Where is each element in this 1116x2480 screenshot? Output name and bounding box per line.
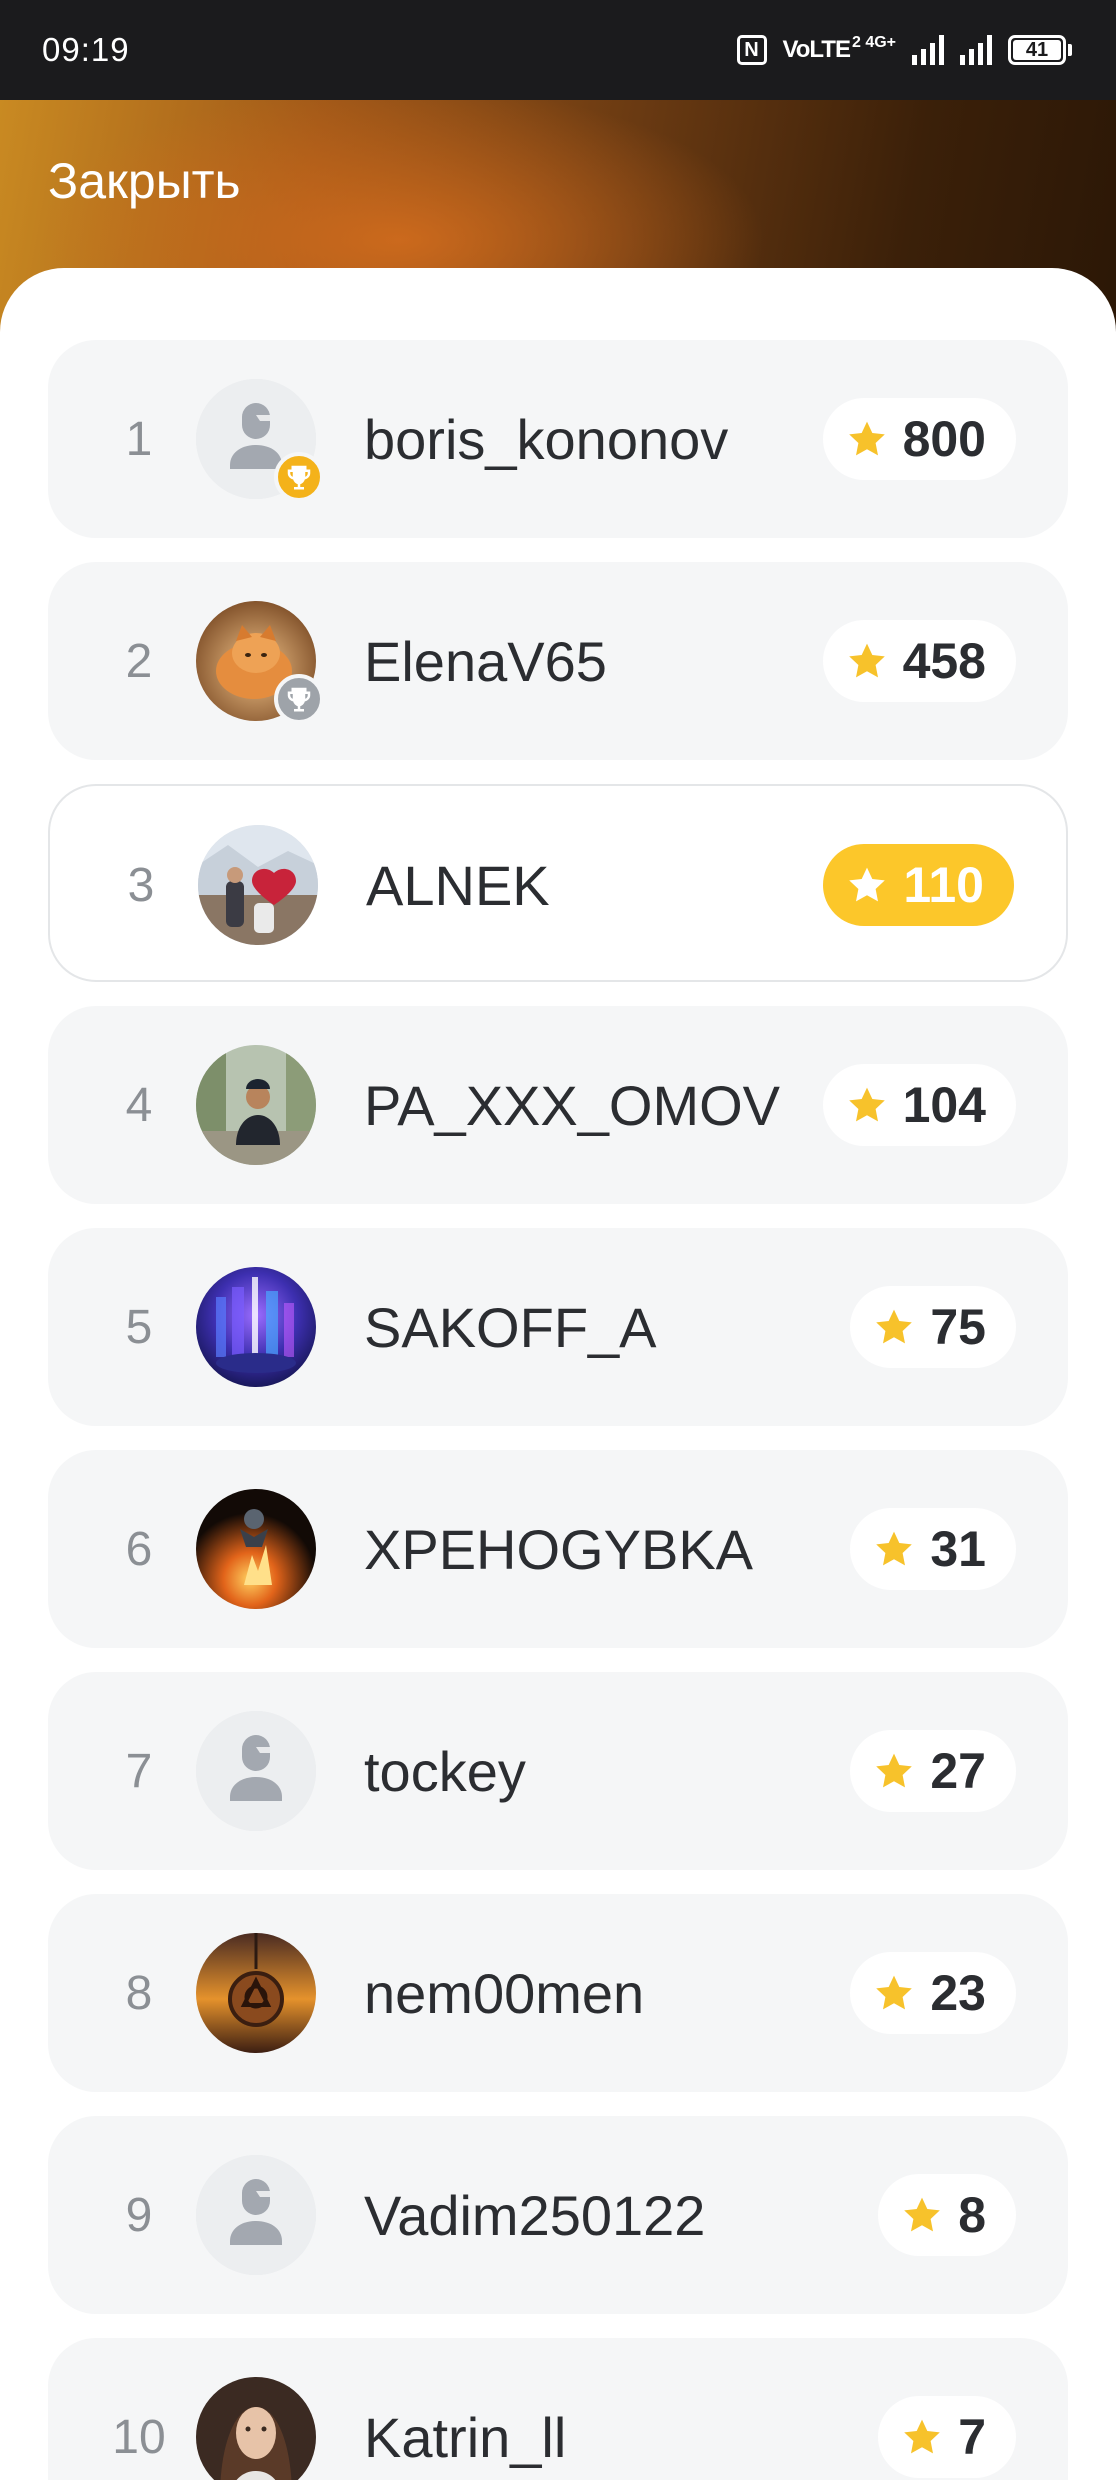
signal-icon	[960, 35, 992, 65]
status-bar: 09:19 N VoLTE 2 4G+ 41	[0, 0, 1116, 100]
score-badge: 104	[822, 1064, 1016, 1146]
score-value: 800	[902, 411, 986, 467]
score-badge: 458	[822, 620, 1016, 702]
star-icon	[845, 639, 889, 683]
leaderboard-row[interactable]: 9 Vadim250122 8	[48, 2116, 1068, 2314]
username[interactable]: ElenaV65	[364, 562, 607, 760]
score-badge: 75	[850, 1286, 1016, 1368]
score-badge: 27	[850, 1730, 1016, 1812]
battery-level: 41	[1013, 39, 1061, 61]
score-value: 27	[930, 1743, 986, 1799]
username[interactable]: nem00men	[364, 1894, 644, 2092]
battery-icon: 41	[1008, 35, 1072, 65]
username[interactable]: SAKOFF_A	[364, 1228, 657, 1426]
score-value: 8	[958, 2187, 986, 2243]
leaderboard-row[interactable]: 4 PA_XXX_OMOV 104	[48, 1006, 1068, 1204]
leaderboard-row[interactable]: 6 XPEHOGYBKA 31	[48, 1450, 1068, 1648]
score-badge: 31	[850, 1508, 1016, 1590]
volte-label: VoLTE	[782, 36, 851, 63]
star-icon	[872, 1527, 916, 1571]
signal-icon	[912, 35, 944, 65]
avatar[interactable]	[196, 1045, 316, 1165]
star-icon	[900, 2415, 944, 2459]
avatar[interactable]	[196, 1933, 316, 2053]
score-value: 104	[902, 1077, 986, 1133]
score-badge: 7	[878, 2396, 1016, 2478]
star-icon	[845, 1083, 889, 1127]
network-type-label: 2 4G+	[851, 34, 896, 51]
score-badge: 8	[878, 2174, 1016, 2256]
star-icon	[900, 2193, 944, 2237]
star-icon	[872, 1971, 916, 2015]
leaderboard-row[interactable]: 7 tockey 27	[48, 1672, 1068, 1870]
avatar[interactable]	[196, 2377, 316, 2480]
close-button[interactable]: Закрыть	[48, 152, 241, 210]
score-value: 31	[930, 1521, 986, 1577]
star-icon	[872, 1749, 916, 1793]
star-icon	[872, 1305, 916, 1349]
score-value: 75	[930, 1299, 986, 1355]
score-value: 23	[930, 1965, 986, 2021]
username[interactable]: ALNEK	[366, 786, 550, 984]
score-value: 458	[902, 633, 986, 689]
leaderboard-row[interactable]: 8 nem00men 23	[48, 1894, 1068, 2092]
nfc-icon: N	[736, 35, 767, 65]
username[interactable]: PA_XXX_OMOV	[364, 1006, 780, 1204]
silver-trophy-icon	[274, 674, 324, 724]
status-time: 09:19	[42, 31, 130, 68]
leaderboard-row[interactable]: 5 SAKOFF_A 75	[48, 1228, 1068, 1426]
avatar[interactable]	[196, 1267, 316, 1387]
username[interactable]: tockey	[364, 1672, 526, 1870]
leaderboard-row[interactable]: 1 boris_kononov 800	[48, 340, 1068, 538]
leaderboard-row[interactable]: 2 ElenaV65 458	[48, 562, 1068, 760]
gold-trophy-icon	[274, 452, 324, 502]
username[interactable]: Vadim250122	[364, 2116, 705, 2314]
username[interactable]: Katrin_ll	[364, 2338, 566, 2480]
star-icon	[845, 863, 889, 907]
score-value: 7	[958, 2409, 986, 2465]
avatar[interactable]	[196, 2155, 316, 2275]
username[interactable]: XPEHOGYBKA	[364, 1450, 753, 1648]
username[interactable]: boris_kononov	[364, 340, 728, 538]
leaderboard-row[interactable]: 10 Katrin_ll 7	[48, 2338, 1068, 2480]
avatar[interactable]	[196, 1489, 316, 1609]
score-badge: 800	[822, 398, 1016, 480]
status-icons: N VoLTE 2 4G+ 41	[736, 34, 1072, 65]
avatar[interactable]	[198, 825, 318, 945]
avatar[interactable]	[196, 1711, 316, 1831]
score-badge: 23	[850, 1952, 1016, 2034]
score-badge: 110	[823, 844, 1014, 926]
score-value: 110	[903, 857, 984, 913]
star-icon	[845, 417, 889, 461]
leaderboard-row[interactable]: 3 ALNEK 110	[48, 784, 1068, 982]
